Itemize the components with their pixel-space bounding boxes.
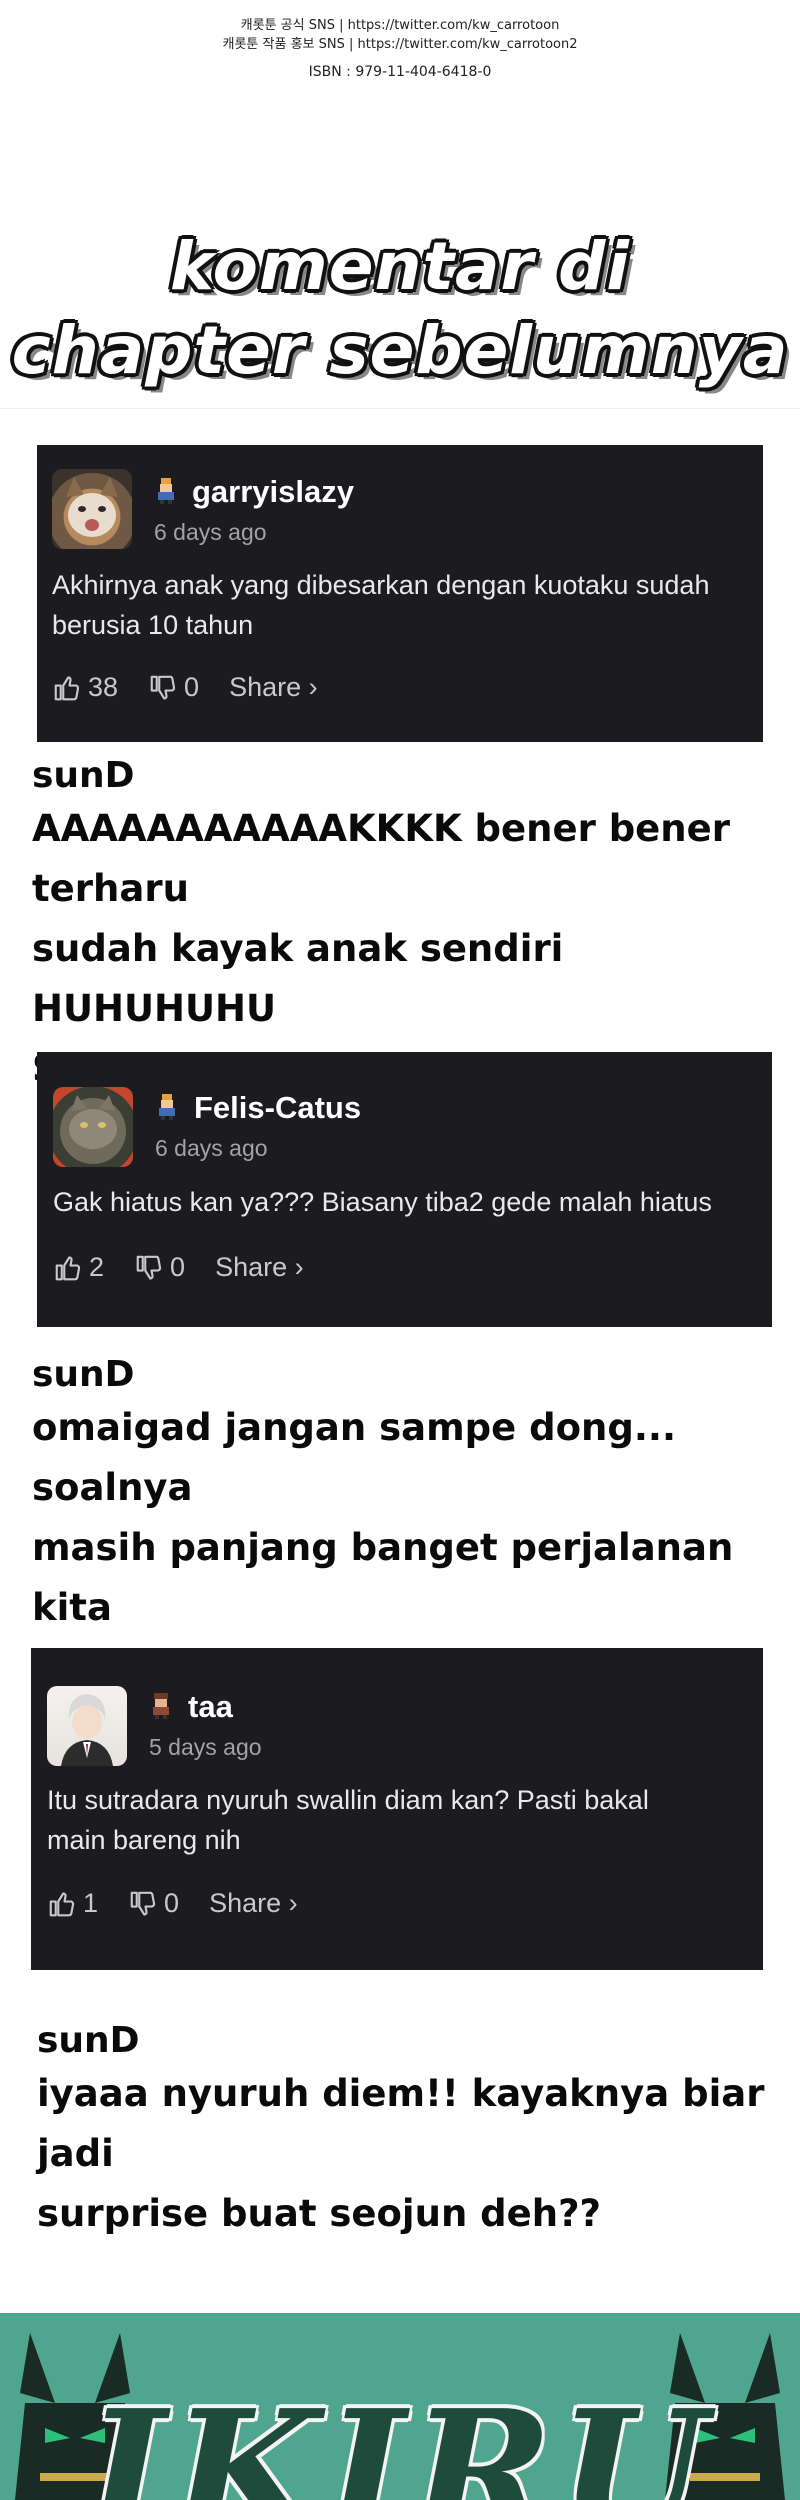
reply-line: omaigad jangan sampe dong... soalnya — [32, 1406, 677, 1509]
reply-line: sudah kayak anak sendiri HUHUHUHU — [32, 927, 564, 1030]
user-avatar[interactable] — [47, 1686, 127, 1766]
comment-actions: 2 0 Share › — [53, 1252, 334, 1283]
comment-card: taa 5 days ago Itu sutradara nyuruh swal… — [31, 1648, 763, 1970]
banner-logo-text: IKIRU — [86, 2373, 714, 2500]
dislike-button[interactable]: 0 — [148, 672, 199, 703]
cat-photo-icon — [66, 477, 118, 537]
like-button[interactable]: 1 — [47, 1888, 98, 1919]
comment-text: Gak hiatus kan ya??? Biasany tiba2 gede … — [53, 1187, 712, 1217]
comment-timestamp: 5 days ago — [149, 1734, 262, 1760]
thumbs-up-icon — [49, 1891, 75, 1916]
cat-photo-icon — [69, 1095, 117, 1149]
thumbs-down-icon — [136, 1255, 162, 1280]
section-heading-line2: chapter sebelumnya — [11, 312, 789, 389]
dislike-button[interactable]: 0 — [128, 1888, 179, 1919]
thumbs-up-icon — [54, 675, 80, 700]
comment-card: Felis-Catus 6 days ago Gak hiatus kan ya… — [37, 1052, 772, 1327]
like-count: 38 — [88, 672, 119, 702]
reply-line: iyaaa nyuruh diem!! kayaknya biar jadi — [37, 2072, 765, 2175]
isbn-text: ISBN : 979-11-404-6418-0 — [308, 64, 492, 80]
thumbs-up-icon — [55, 1255, 81, 1280]
comment-text: Itu sutradara nyuruh swallin diam kan? P… — [47, 1785, 649, 1855]
comment-card: garryislazy 6 days ago Akhirnya anak yan… — [37, 445, 763, 742]
reply-author: sunD — [32, 1354, 135, 1395]
comment-text: Akhirnya anak yang dibesarkan dengan kuo… — [52, 570, 710, 640]
credits: 캐롯툰 공식 SNS | https://twitter.com/kw_carr… — [0, 16, 800, 80]
user-avatar[interactable] — [52, 469, 132, 549]
reply-line: AAAAAAAAAAAKKKK bener bener terharu — [32, 807, 730, 910]
thumbs-down-icon — [130, 1891, 156, 1916]
share-button[interactable]: Share › — [229, 672, 318, 703]
comment-actions: 38 0 Share › — [52, 672, 348, 703]
user-badge-icon — [158, 478, 174, 504]
comment-username[interactable]: Felis-Catus — [194, 1090, 361, 1126]
share-button[interactable]: Share › — [209, 1888, 298, 1919]
user-badge-icon — [159, 1094, 175, 1120]
dislike-button[interactable]: 0 — [134, 1252, 185, 1283]
comment-timestamp: 6 days ago — [155, 1135, 268, 1161]
divider — [0, 408, 800, 409]
credits-promo-line: 캐롯툰 작품 홍보 SNS | https://twitter.com/kw_c… — [222, 37, 578, 52]
section-heading-line1: komentar di — [170, 228, 630, 305]
comment-actions: 1 0 Share › — [47, 1888, 328, 1919]
reply-block: sunD iyaaa nyuruh diem!! kayaknya biar j… — [37, 2018, 787, 2244]
comment-username[interactable]: taa — [188, 1689, 233, 1725]
comment-timestamp: 6 days ago — [154, 519, 267, 545]
like-count: 1 — [83, 1888, 99, 1918]
dislike-count: 0 — [164, 1888, 180, 1918]
user-badge-icon — [153, 1693, 169, 1719]
dislike-count: 0 — [184, 672, 200, 702]
like-button[interactable]: 2 — [53, 1252, 104, 1283]
reply-block: sunD AAAAAAAAAAAKKKK bener bener terharu… — [32, 753, 782, 1099]
like-count: 2 — [89, 1252, 105, 1282]
credits-sns-line: 캐롯툰 공식 SNS | https://twitter.com/kw_carr… — [240, 18, 560, 33]
ikiru-banner: IKIRU — [0, 2313, 800, 2500]
reply-author: sunD — [37, 2020, 140, 2061]
comment-username[interactable]: garryislazy — [192, 474, 354, 510]
reply-line: surprise buat seojun deh?? — [37, 2192, 602, 2235]
reply-block: sunD omaigad jangan sampe dong... soalny… — [32, 1352, 782, 1698]
dislike-count: 0 — [170, 1252, 186, 1282]
reply-author: sunD — [32, 755, 135, 796]
like-button[interactable]: 38 — [52, 672, 118, 703]
anime-character-avatar-icon — [61, 1694, 113, 1766]
thumbs-down-icon — [150, 675, 176, 700]
user-avatar[interactable] — [53, 1087, 133, 1167]
share-button[interactable]: Share › — [215, 1252, 304, 1283]
reply-line: masih panjang banget perjalanan kita — [32, 1526, 734, 1629]
